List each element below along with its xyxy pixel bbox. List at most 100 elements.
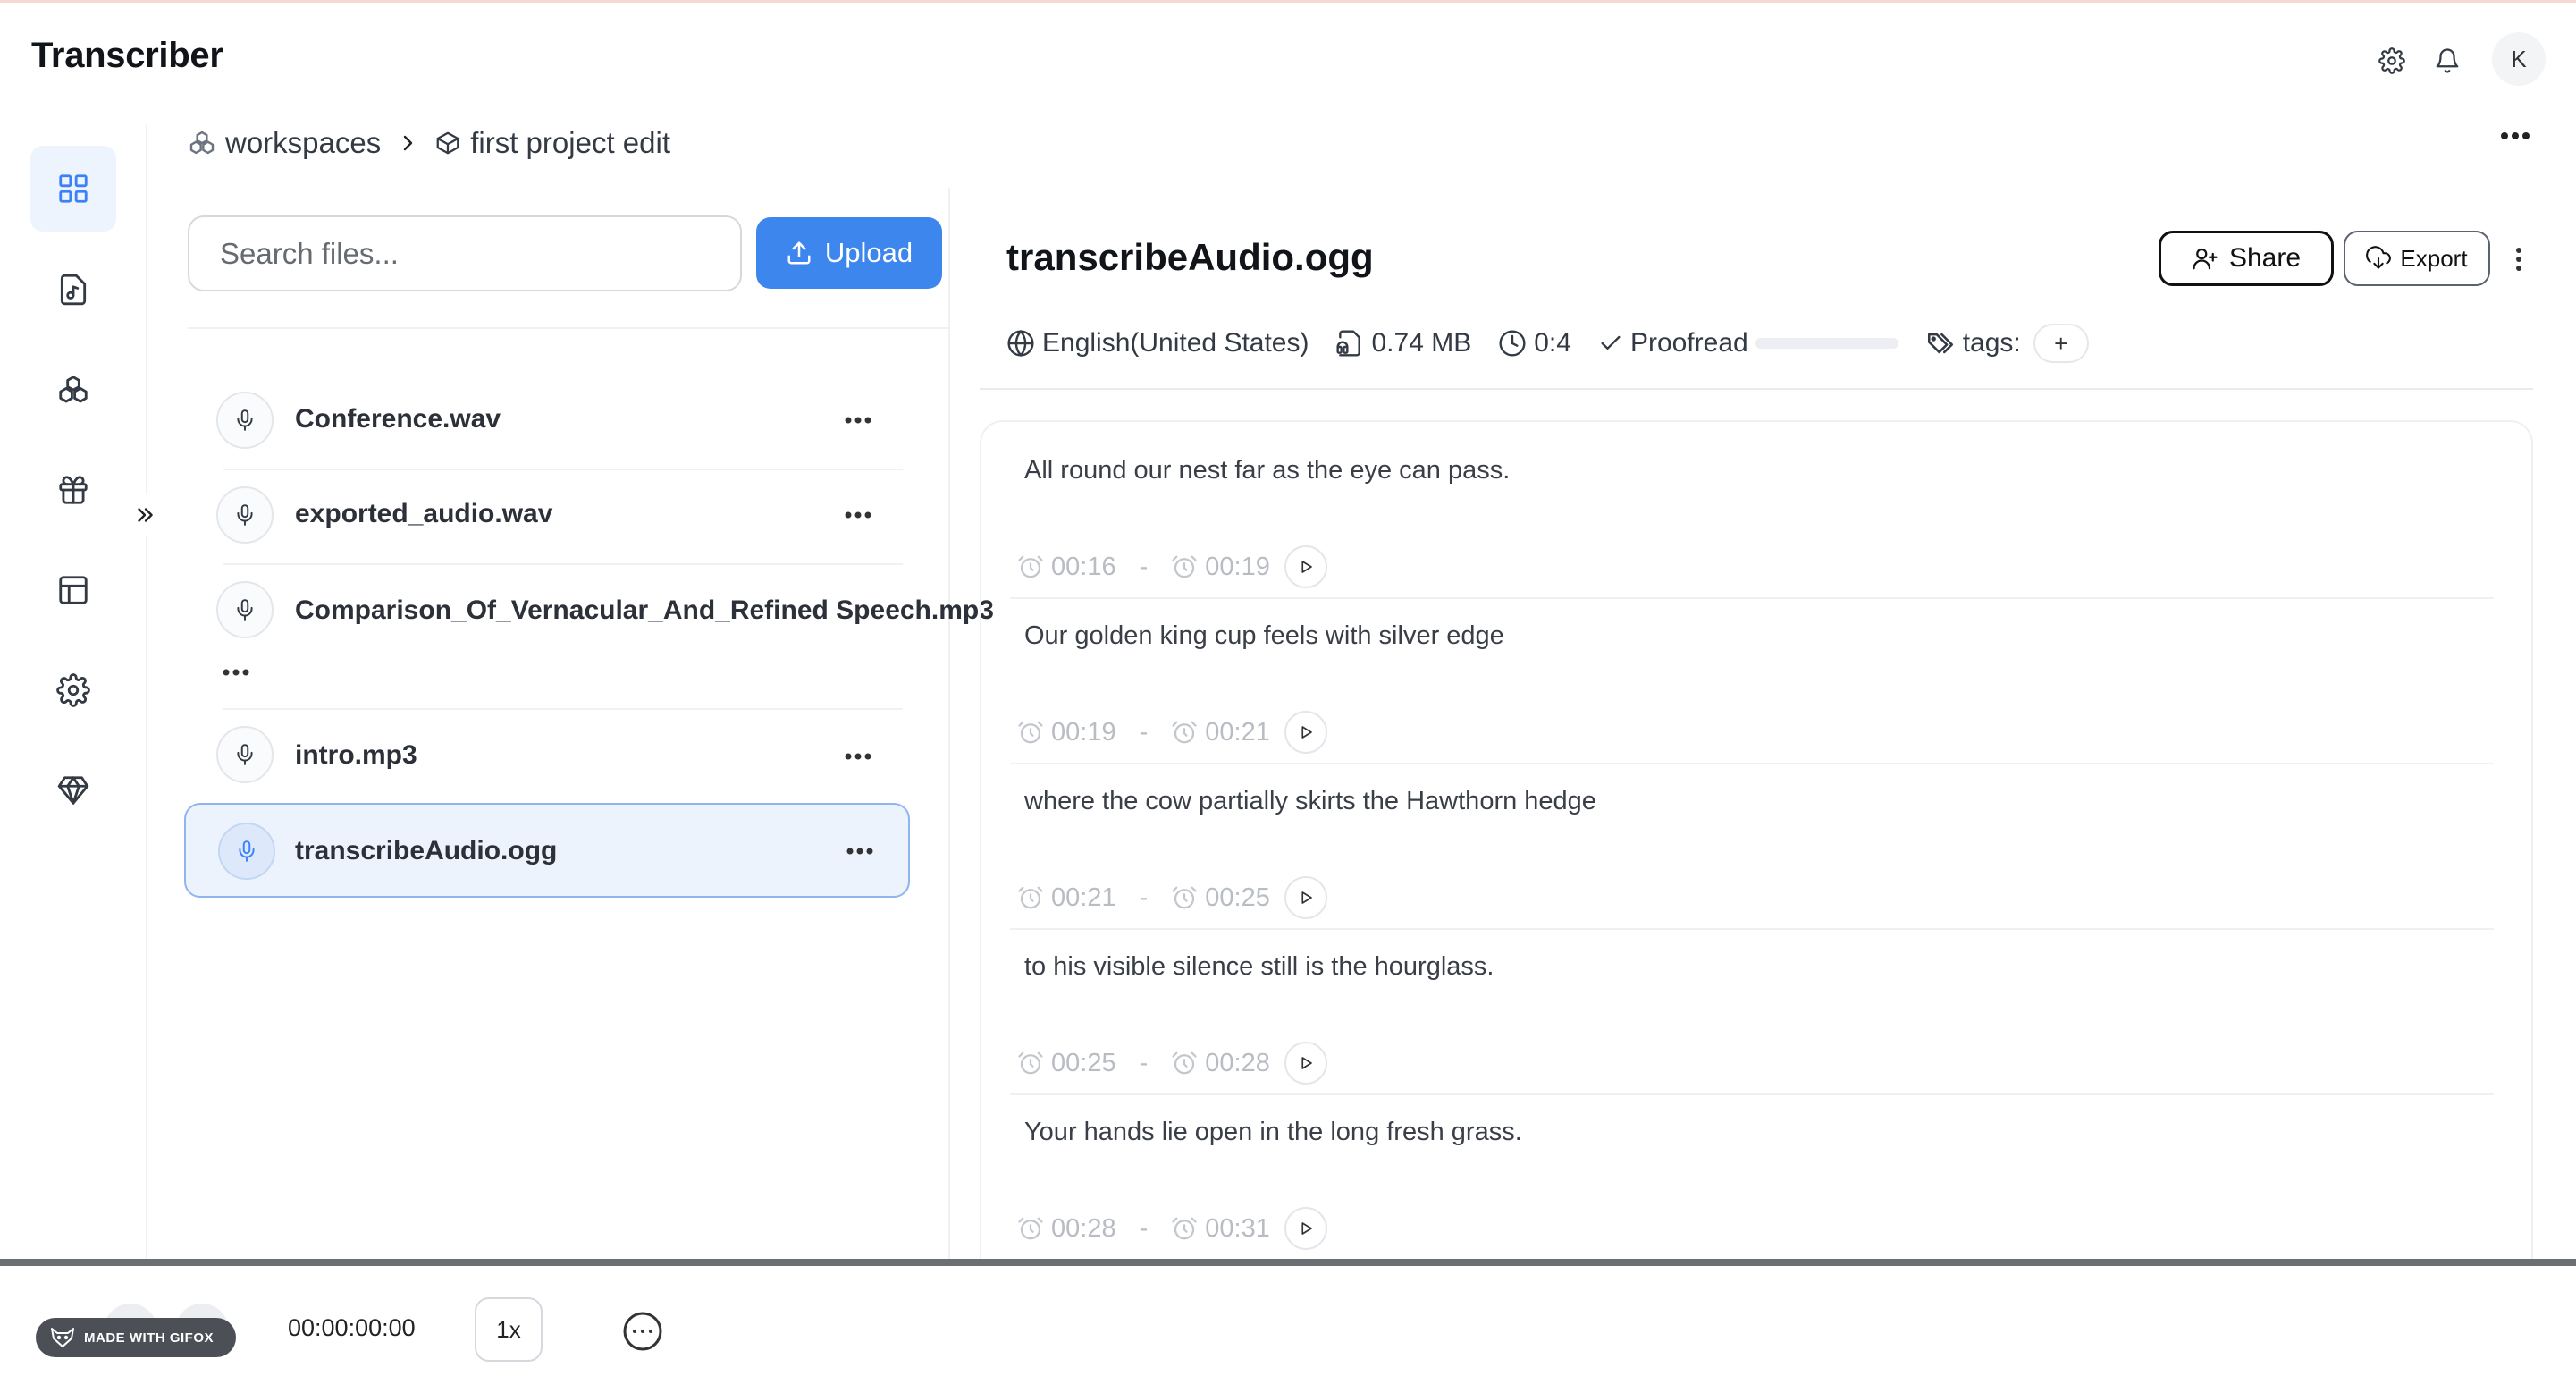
segment-text[interactable]: Our golden king cup feels with silver ed… (1024, 621, 1504, 651)
nav-premium[interactable] (30, 747, 116, 833)
user-avatar[interactable]: K (2492, 32, 2546, 86)
file-item-comparison[interactable]: Comparison_Of_Vernacular_And_Refined Spe… (206, 560, 994, 703)
breadcrumb-workspaces[interactable]: workspaces (188, 126, 381, 160)
notifications-button[interactable] (2429, 43, 2465, 79)
segment-end[interactable]: 00:28 (1171, 1049, 1270, 1078)
language-label: English(United States) (1042, 328, 1309, 358)
app-title: Transcriber (31, 36, 223, 75)
window-top-accent (0, 0, 2576, 3)
player-more-button[interactable] (620, 1309, 665, 1354)
player-scrub-bar[interactable] (0, 1259, 2576, 1266)
play-icon (1301, 1222, 1312, 1235)
segment-text[interactable]: Your hands lie open in the long fresh gr… (1024, 1118, 1522, 1147)
box-icon (436, 131, 459, 155)
playback-speed-button[interactable]: 1x (475, 1297, 543, 1362)
file-mic-badge (216, 486, 274, 544)
globe-icon (1007, 329, 1034, 358)
file-more-button[interactable] (837, 497, 880, 533)
file-item-conference[interactable]: Conference.wav (206, 370, 903, 470)
layout-icon (59, 576, 88, 604)
segment-divider (1010, 1093, 2494, 1095)
proofread-progress (1755, 338, 1898, 349)
file-size-label: 0.74 MB (1371, 328, 1472, 358)
workspaces-icon (189, 131, 215, 155)
file-item-intro[interactable]: intro.mp3 (206, 705, 903, 805)
segment-play-button[interactable] (1284, 1207, 1327, 1250)
segment-end[interactable]: 00:25 (1171, 883, 1270, 913)
segment-start[interactable]: 00:19 (1017, 718, 1116, 747)
segment-end[interactable]: 00:31 (1171, 1214, 1270, 1244)
segment-end[interactable]: 00:21 (1171, 718, 1270, 747)
clock-icon (1499, 330, 1526, 357)
segment-divider (1010, 763, 2494, 764)
segment-start[interactable]: 00:16 (1017, 553, 1116, 582)
alarm-clock-icon (1018, 721, 1043, 744)
add-user-icon (2193, 248, 2218, 270)
proofread-toggle[interactable]: Proofread (1598, 328, 1748, 359)
more-horizontal-icon (2501, 132, 2530, 139)
more-circle-icon (623, 1312, 662, 1351)
page-more-button[interactable] (2494, 116, 2537, 156)
file-more-button[interactable] (215, 654, 257, 690)
check-icon (1601, 335, 1621, 350)
language-selector[interactable]: English(United States) (1006, 328, 1309, 359)
segment-play-button[interactable] (1284, 876, 1327, 919)
segment-times: 00:28 - 00:31 (1017, 1207, 1327, 1250)
play-icon (1301, 561, 1312, 573)
search-files-input[interactable] (188, 215, 742, 291)
upload-button[interactable]: Upload (756, 217, 942, 289)
segment-play-button[interactable] (1284, 711, 1327, 754)
file-name: Conference.wav (295, 404, 501, 434)
share-label: Share (2228, 243, 2302, 273)
expand-panel-button[interactable] (123, 494, 166, 536)
nav-layout[interactable] (30, 547, 116, 633)
file-more-button[interactable] (837, 402, 880, 438)
segment-text[interactable]: where the cow partially skirts the Hawth… (1024, 787, 1596, 816)
panel-divider (948, 188, 950, 1261)
breadcrumb: workspaces first project edit (188, 122, 670, 165)
nav-workspaces[interactable] (30, 347, 116, 433)
microphone-icon (239, 840, 255, 862)
alarm-clock-icon (1018, 555, 1043, 578)
nav-settings[interactable] (30, 647, 116, 733)
breadcrumb-label: first project edit (470, 126, 670, 159)
upload-label: Upload (824, 237, 913, 268)
share-button[interactable]: Share (2159, 231, 2334, 286)
segment-text[interactable]: All round our nest far as the eye can pa… (1024, 456, 1510, 485)
detail-more-button[interactable] (2503, 240, 2535, 279)
nav-audio-files[interactable] (30, 247, 116, 333)
segment-start[interactable]: 00:25 (1017, 1049, 1116, 1078)
gifox-badge-label: MADE WITH GIFOX (84, 1330, 214, 1346)
file-name: intro.mp3 (295, 740, 417, 770)
tags: tags: (1925, 328, 2021, 359)
segment-play-button[interactable] (1284, 1042, 1327, 1085)
segment-play-button[interactable] (1284, 545, 1327, 588)
nav-dashboard[interactable] (30, 146, 116, 232)
file-more-button[interactable] (837, 739, 880, 774)
more-horizontal-icon (223, 669, 249, 676)
file-name: exported_audio.wav (295, 499, 553, 528)
alarm-clock-icon (1172, 721, 1197, 744)
nav-gifts[interactable] (30, 447, 116, 533)
more-horizontal-icon (845, 753, 871, 760)
segment-start[interactable]: 00:28 (1017, 1214, 1116, 1244)
segment-text[interactable]: to his visible silence still is the hour… (1024, 952, 1494, 982)
transcript-panel: All round our nest far as the eye can pa… (980, 420, 2533, 1314)
file-more-button[interactable] (838, 833, 881, 869)
segment-end[interactable]: 00:19 (1171, 553, 1270, 582)
file-item-transcribe-audio[interactable]: transcribeAudio.ogg (184, 803, 910, 898)
detail-divider (980, 388, 2533, 390)
tags-label: tags: (1962, 328, 2021, 358)
breadcrumb-project[interactable]: first project edit (434, 126, 670, 160)
cloud-download-icon (2366, 246, 2392, 269)
add-tag-button[interactable]: + (2033, 324, 2089, 363)
segment-start[interactable]: 00:21 (1017, 883, 1116, 913)
settings-button[interactable] (2374, 43, 2410, 79)
bell-icon (2436, 48, 2459, 73)
fox-icon (51, 1328, 74, 1347)
upload-icon (787, 241, 811, 265)
export-button[interactable]: Export (2344, 231, 2490, 286)
segment-divider (1010, 597, 2494, 599)
file-mic-badge (216, 726, 274, 783)
file-item-exported-audio[interactable]: exported_audio.wav (206, 465, 903, 565)
